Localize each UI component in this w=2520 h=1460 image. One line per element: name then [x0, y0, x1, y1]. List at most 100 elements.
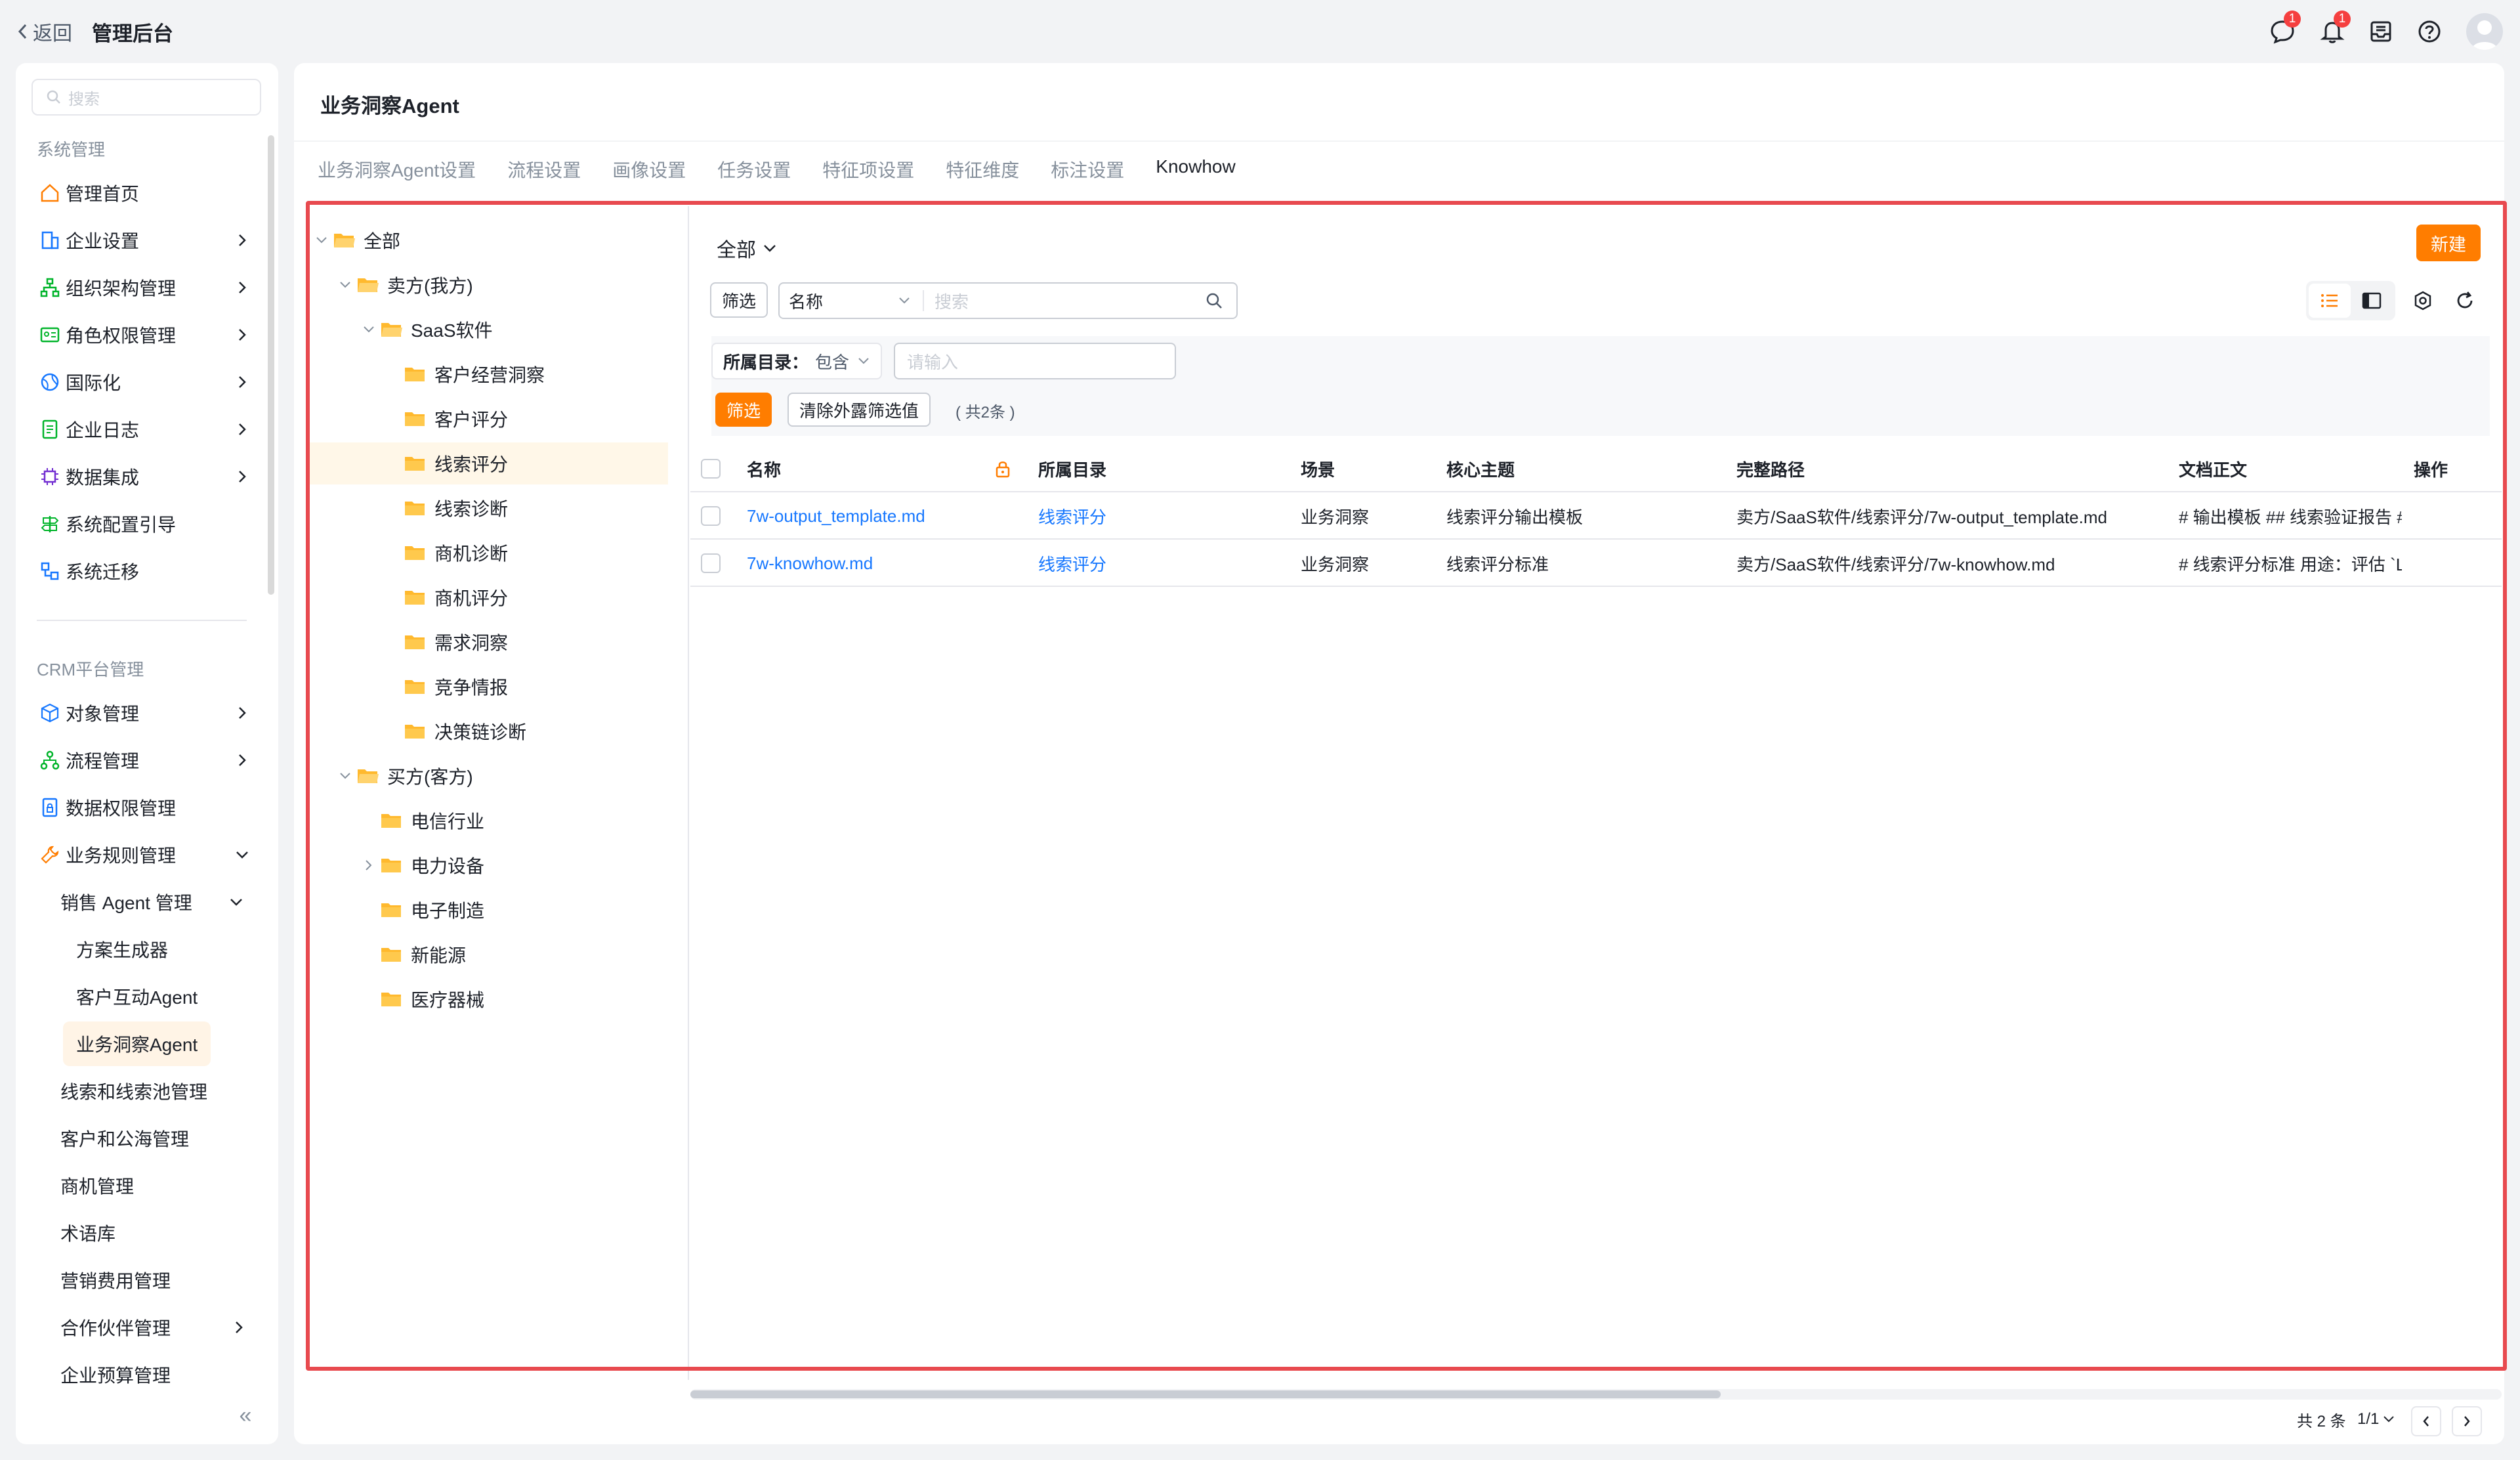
prev-page-button[interactable] [2411, 1406, 2441, 1436]
tree-node-leaf[interactable]: 商机评分 [381, 576, 680, 618]
sidebar-item-home[interactable]: 管理首页 [32, 172, 261, 214]
tree-node-leaf[interactable]: 医疗器械 [357, 978, 680, 1020]
tree-node-root[interactable]: 全部 [312, 219, 680, 261]
column-header-name[interactable]: 名称 [747, 445, 781, 492]
column-header-topic[interactable]: 核心主题 [1446, 445, 1515, 492]
sidebar-item-solution-generator[interactable]: 方案生成器 [76, 928, 168, 970]
sidebar-item-marketing-cost[interactable]: 营销费用管理 [60, 1259, 171, 1301]
tab-task-settings[interactable]: 任务设置 [717, 156, 791, 182]
directory-link[interactable]: 线索评分 [1038, 492, 1106, 540]
sidebar-item-label: 流程管理 [66, 751, 140, 771]
search-field-select[interactable]: 名称 [780, 290, 924, 312]
search-input[interactable]: 搜索 [924, 289, 1201, 313]
sidebar-item-business-rules[interactable]: 业务规则管理 [32, 834, 261, 876]
split-view-button[interactable] [2351, 284, 2393, 318]
table-row[interactable]: 7w-knowhow.md 线索评分 业务洞察 线索评分标准 卖方/SaaS软件… [690, 540, 2502, 587]
lock-icon [995, 445, 1011, 492]
tree-node-leaf[interactable]: 客户经营洞察 [381, 353, 680, 395]
sidebar-item-opportunities[interactable]: 商机管理 [60, 1165, 134, 1207]
tab-process-settings[interactable]: 流程设置 [507, 156, 581, 182]
tree-node-buyer[interactable]: 买方(客方) [336, 755, 680, 797]
tab-annotation-settings[interactable]: 标注设置 [1051, 156, 1124, 182]
column-header-scene[interactable]: 场景 [1301, 445, 1335, 492]
sidebar-item-data-permission[interactable]: 数据权限管理 [32, 786, 261, 828]
tree-node-leaf[interactable]: 需求洞察 [381, 621, 680, 663]
column-header-directory[interactable]: 所属目录 [1038, 445, 1106, 492]
message-button[interactable]: 1 [2265, 11, 2301, 49]
filter-toggle-button[interactable]: 筛选 [710, 282, 768, 318]
sidebar-scrollbar[interactable] [268, 135, 274, 595]
sidebar-item-config-guide[interactable]: 系统配置引导 [32, 503, 261, 545]
condition-value-input[interactable]: 请输入 [894, 343, 1176, 379]
notification-button[interactable]: 1 [2315, 11, 2351, 49]
column-header-path[interactable]: 完整路径 [1736, 445, 1805, 492]
tab-profile-settings[interactable]: 画像设置 [612, 156, 686, 182]
tree-node-leaf[interactable]: 决策链诊断 [381, 710, 680, 752]
file-name-link[interactable]: 7w-output_template.md [747, 492, 925, 540]
tree-node-leaf[interactable]: 竞争情报 [381, 666, 680, 708]
condition-field-select[interactable]: 所属目录： 包含 [711, 343, 882, 379]
sidebar-item-i18n[interactable]: 国际化 [32, 361, 261, 403]
collapse-sidebar-icon[interactable]: « [232, 1402, 259, 1428]
file-name-link[interactable]: 7w-knowhow.md [747, 540, 873, 587]
sidebar-item-logs[interactable]: 企业日志 [32, 408, 261, 450]
folder-icon [381, 811, 403, 830]
chevron-right-icon [2462, 1415, 2471, 1428]
sidebar-item-objects[interactable]: 对象管理 [32, 692, 261, 734]
sidebar-item-migration[interactable]: 系统迁移 [32, 550, 261, 592]
tab-feature-dimension[interactable]: 特征维度 [946, 156, 1019, 182]
sidebar-item-sales-agent[interactable]: 销售 Agent 管理 [60, 881, 244, 923]
tree-node-leaf[interactable]: 商机诊断 [381, 532, 680, 574]
tab-knowhow[interactable]: Knowhow [1156, 156, 1235, 182]
inbox-button[interactable] [2364, 14, 2398, 49]
tree-node-leaf[interactable]: 客户评分 [381, 398, 680, 440]
tree-node-leaf[interactable]: 新能源 [357, 934, 680, 976]
sidebar-item-label: 数据权限管理 [66, 798, 177, 819]
list-view-button[interactable] [2309, 284, 2351, 318]
tab-agent-settings[interactable]: 业务洞察Agent设置 [318, 156, 476, 182]
sidebar-item-roles[interactable]: 角色权限管理 [32, 314, 261, 356]
sidebar-item-glossary[interactable]: 术语库 [60, 1212, 116, 1254]
sidebar-item-org[interactable]: 组织架构管理 [32, 267, 261, 309]
clear-filter-button[interactable]: 清除外露筛选值 [788, 393, 931, 427]
horizontal-scrollbar-thumb[interactable] [690, 1390, 1721, 1398]
table-row[interactable]: 7w-output_template.md 线索评分 业务洞察 线索评分输出模板… [690, 492, 2502, 540]
column-header-body[interactable]: 文档正文 [2179, 445, 2247, 492]
refresh-icon[interactable] [2452, 288, 2478, 314]
sidebar-item-partners[interactable]: 合作伙伴管理 [60, 1306, 244, 1348]
sidebar-item-company-settings[interactable]: 企业设置 [32, 219, 261, 261]
tree-node-power[interactable]: 电力设备 [360, 844, 680, 886]
select-all-checkbox[interactable] [701, 459, 721, 479]
sidebar-item-data-integration[interactable]: 数据集成 [32, 456, 261, 498]
new-button[interactable]: 新建 [2416, 225, 2481, 261]
tree-node-selected[interactable]: 线索评分 [307, 442, 668, 484]
scope-dropdown[interactable]: 全部 [717, 234, 777, 263]
next-page-button[interactable] [2452, 1406, 2482, 1436]
help-button[interactable] [2412, 14, 2446, 49]
tab-feature-settings[interactable]: 特征项设置 [822, 156, 914, 182]
apply-filter-button[interactable]: 筛选 [715, 393, 772, 427]
main-panel: 业务洞察Agent 业务洞察Agent设置 流程设置 画像设置 任务设置 特征项… [294, 63, 2504, 1444]
chevron-right-icon [232, 703, 252, 723]
page-select[interactable]: 1/1 [2357, 1404, 2395, 1435]
tree-node-leaf[interactable]: 线索诊断 [381, 487, 680, 529]
sidebar-item-leads[interactable]: 线索和线索池管理 [60, 1070, 207, 1112]
sidebar-search-input[interactable]: 搜索 [32, 79, 261, 116]
directory-link[interactable]: 线索评分 [1038, 540, 1106, 587]
avatar[interactable] [2466, 13, 2503, 50]
sidebar-item-budget[interactable]: 企业预算管理 [60, 1354, 171, 1396]
tree-node-saas[interactable]: SaaS软件 [360, 309, 680, 351]
sidebar-item-customers[interactable]: 客户和公海管理 [60, 1117, 189, 1159]
tree-node-leaf[interactable]: 电子制造 [357, 889, 680, 931]
sidebar-item-process[interactable]: 流程管理 [32, 739, 261, 781]
sidebar-item-customer-agent[interactable]: 客户互动Agent [76, 976, 198, 1018]
settings-icon[interactable] [2410, 288, 2436, 314]
migrate-icon [38, 559, 62, 583]
row-checkbox[interactable] [701, 506, 721, 526]
tree-node-seller[interactable]: 卖方(我方) [336, 264, 680, 306]
row-checkbox[interactable] [701, 553, 721, 573]
back-button[interactable]: 返回 [16, 17, 72, 46]
sidebar-item-insight-agent[interactable]: 业务洞察Agent [63, 1021, 211, 1066]
search-icon[interactable] [1201, 288, 1227, 314]
tree-node-leaf[interactable]: 电信行业 [357, 800, 680, 842]
